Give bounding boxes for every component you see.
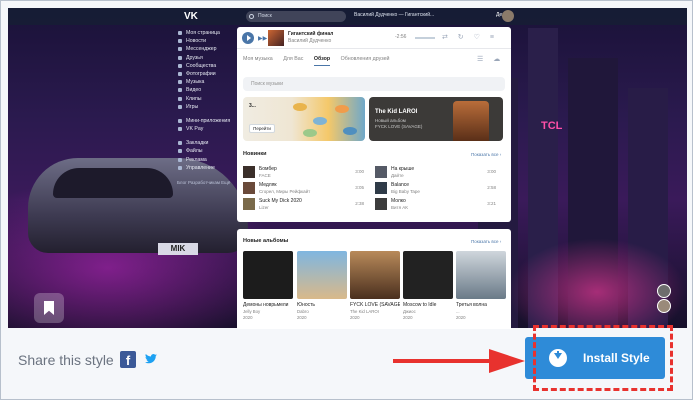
tab-my-music[interactable]: Моя музыка	[243, 56, 273, 62]
album-card[interactable]: Moscow to Idle Джиос 2020	[403, 251, 453, 320]
volume-slider[interactable]	[415, 37, 435, 39]
audio-player: ▶▶ Гигантский финал Василий Дудченко -2:…	[237, 27, 511, 49]
avatar[interactable]	[657, 299, 671, 313]
tab-for-you[interactable]: Для Вас	[283, 56, 303, 62]
banner-artist: The Kid LAROI	[375, 109, 418, 115]
menu-item[interactable]: Музыка	[177, 78, 239, 86]
album-card[interactable]: FYCK LOVE (SAVAGE) The Kid LAROI 2020	[350, 251, 400, 320]
promo-banner-album[interactable]: The Kid LAROI Новый альбом FYCK LOVE (SA…	[369, 97, 503, 141]
facebook-icon[interactable]: f	[120, 351, 136, 368]
vk-left-menu: Моя страница Новости Мессенджер Друзья С…	[177, 29, 239, 185]
menu-item[interactable]: Закладки	[177, 139, 239, 147]
bookmark-icon[interactable]	[34, 293, 64, 323]
menu-item[interactable]: Файлы	[177, 147, 239, 155]
menu-item[interactable]: Моя страница	[177, 29, 239, 37]
open-button[interactable]: Перейти	[249, 124, 275, 133]
menu-item[interactable]: Сообщества	[177, 62, 239, 70]
track-row[interactable]: Медляк Сгорел, Миры Рейфкайт 3:05	[243, 181, 368, 195]
twitter-icon[interactable]	[145, 354, 157, 364]
menu-item[interactable]: Фотографии	[177, 70, 239, 78]
red-arrow-annotation	[393, 349, 525, 373]
menu-item[interactable]: Управление	[177, 164, 239, 172]
track-title: Гигантский финал	[288, 31, 334, 37]
menu-item[interactable]: Друзья	[177, 54, 239, 62]
track-row[interactable]: На крыше Дайте 3:00	[375, 165, 500, 179]
album-card[interactable]: Демоны новрьмели Jelly Boy 2020	[243, 251, 293, 320]
menu-item[interactable]: Реклама	[177, 156, 239, 164]
search-icon	[249, 14, 254, 19]
section-title-new-albums: Новые альбомы	[243, 238, 289, 244]
track-row[interactable]: Молко Витя АК 3:21	[375, 197, 500, 211]
menu-footer[interactable]: Блог Разработчикам Ещё	[177, 180, 239, 185]
track-time: -2:56	[395, 34, 407, 40]
track-cover	[268, 30, 284, 46]
album-card[interactable]: Юность Dabro 2020	[297, 251, 347, 320]
banner-album-name: FYCK LOVE (SAVAGE)	[375, 124, 423, 129]
screenshot-frame: MIK TCL VK Поиск Василий Дудченко — Гига…	[0, 0, 693, 400]
section-title-new-tracks: Новинки	[243, 151, 267, 157]
banner-text: 3...	[249, 103, 256, 109]
music-search-input[interactable]: Поиск музыки	[243, 77, 505, 91]
menu-item[interactable]: Мини-приложения	[177, 117, 239, 125]
tab-overview[interactable]: Обзор	[313, 56, 331, 66]
neon-sign: TCL	[541, 120, 563, 132]
vk-topbar: VK Поиск Василий Дудченко — Гигантский..…	[8, 8, 687, 25]
menu-item[interactable]: Видео	[177, 86, 239, 94]
vk-logo[interactable]: VK	[184, 11, 198, 22]
music-panel: ▶▶ Гигантский финал Василий Дудченко -2:…	[237, 27, 511, 222]
music-tabs: Моя музыка Для Вас Обзор Обновления друз…	[243, 56, 399, 66]
now-playing-text[interactable]: Василий Дудченко — Гигантский...	[354, 12, 434, 18]
show-all-link[interactable]: Показать все ›	[471, 239, 501, 244]
license-plate: MIK	[158, 243, 198, 255]
track-artist[interactable]: Василий Дудченко	[288, 38, 331, 44]
tab-actions-icons[interactable]: ☰ ☁	[477, 55, 504, 63]
player-controls-icons[interactable]: ⇄ ↻ ♡ ≡	[442, 33, 498, 41]
show-all-link[interactable]: Показать все ›	[471, 152, 501, 157]
track-row[interactable]: Balance Big Baby Tape 2:58	[375, 181, 500, 195]
artist-photo	[453, 101, 489, 141]
vk-search-input[interactable]: Поиск	[246, 11, 346, 22]
next-icon[interactable]: ▶▶	[258, 35, 267, 42]
banner-subtitle: Новый альбом	[375, 118, 406, 123]
new-albums-panel: Новые альбомы Показать все › Демоны новр…	[237, 229, 511, 329]
promo-banner-playlist[interactable]: 3... Перейти	[243, 97, 365, 141]
album-card[interactable]: Третья волна ... 2020	[456, 251, 506, 320]
menu-item[interactable]: VK Pay	[177, 125, 239, 133]
menu-item[interactable]: Игры	[177, 103, 239, 111]
avatar[interactable]	[657, 284, 671, 298]
play-button[interactable]	[242, 32, 254, 44]
highlight-box	[533, 325, 673, 391]
share-label: Share this style	[18, 352, 114, 368]
menu-item[interactable]: Новости	[177, 37, 239, 45]
menu-item[interactable]: Клипы	[177, 95, 239, 103]
avatar[interactable]	[502, 10, 514, 22]
track-row[interactable]: Suck My Dick 2020 Lizer 2:38	[243, 197, 368, 211]
track-row[interactable]: Бомбер FACE 3:00	[243, 165, 368, 179]
menu-item[interactable]: Мессенджер	[177, 45, 239, 53]
tab-friends-updates[interactable]: Обновления друзей	[341, 56, 390, 62]
